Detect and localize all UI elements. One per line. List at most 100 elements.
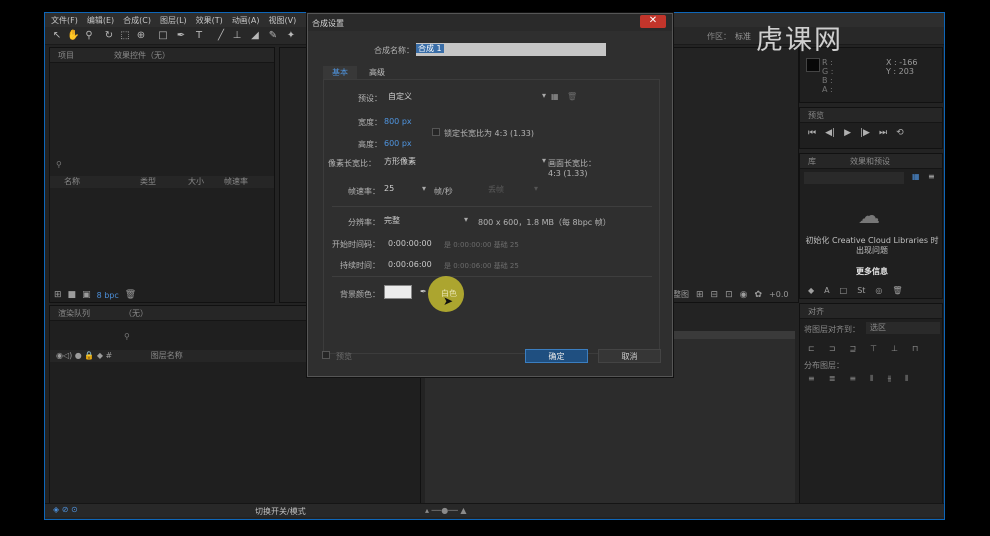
- play-icon[interactable]: ▶: [844, 128, 851, 138]
- toggle-switches-modes[interactable]: 切换开关/模式: [255, 506, 306, 517]
- save-preset-icon[interactable]: ▦: [551, 92, 559, 101]
- new-composition-icon[interactable]: ▣: [82, 290, 91, 300]
- align-vcenter-icon[interactable]: ⊥: [891, 344, 898, 353]
- list-view-icon[interactable]: ≡: [928, 172, 935, 181]
- eyedropper-icon[interactable]: ✒: [420, 287, 427, 296]
- resolution-dropdown[interactable]: 完整 ▾: [384, 215, 470, 227]
- status-icons[interactable]: ◈ ⊘ ⊙: [53, 505, 78, 514]
- col-fps[interactable]: 帧速率: [224, 176, 248, 188]
- menu-effect[interactable]: 效果(T): [196, 15, 223, 26]
- align-bottom-icon[interactable]: ⊓: [912, 344, 918, 353]
- next-frame-icon[interactable]: |▶: [860, 128, 870, 138]
- tab-basic[interactable]: 基本: [323, 66, 357, 80]
- interpret-footage-icon[interactable]: ⊞: [54, 290, 62, 300]
- drop-frame-dropdown[interactable]: 丢帧 ▾: [488, 184, 540, 196]
- menu-view[interactable]: 视图(V): [269, 15, 297, 26]
- zoom-slider[interactable]: ▴ ──●── ▲: [425, 506, 467, 515]
- align-title[interactable]: 对齐: [808, 306, 824, 317]
- align-top-icon[interactable]: ⊤: [870, 344, 877, 353]
- width-value[interactable]: 800 px: [384, 117, 412, 126]
- camera-icon[interactable]: ◉: [740, 290, 748, 300]
- exposure-value[interactable]: +0.0: [769, 290, 788, 299]
- col-size[interactable]: 大小: [188, 176, 204, 188]
- camera-tool-icon[interactable]: ⬚: [119, 30, 131, 42]
- tab-none[interactable]: （无）: [124, 308, 148, 319]
- region-icon[interactable]: ⊡: [725, 290, 733, 300]
- trash-icon[interactable]: 🗑: [892, 286, 902, 295]
- tab-effect-controls[interactable]: 效果控件（无）: [114, 50, 170, 61]
- duration-value[interactable]: 0:00:06:00: [388, 260, 432, 269]
- col-name[interactable]: 名称: [64, 176, 80, 188]
- puppet-tool-icon[interactable]: ✦: [285, 30, 297, 42]
- stock-icon[interactable]: St: [857, 286, 865, 295]
- timeline-search-icon[interactable]: ⚲: [124, 332, 130, 341]
- distribute-hcenter-icon[interactable]: ⫵: [887, 374, 891, 384]
- distribute-top-icon[interactable]: ≡: [808, 374, 815, 384]
- pen-tool-icon[interactable]: ✒: [175, 30, 187, 42]
- menu-file[interactable]: 文件(F): [51, 15, 78, 26]
- lock-ratio-checkbox[interactable]: [432, 128, 440, 136]
- zoom-tool-icon[interactable]: ⚲: [83, 30, 95, 42]
- height-value[interactable]: 600 px: [384, 139, 412, 148]
- preview-title[interactable]: 预览: [808, 110, 824, 121]
- new-folder-icon[interactable]: ■: [68, 290, 77, 300]
- grid-view-icon[interactable]: ▦: [912, 172, 920, 181]
- menu-layer[interactable]: 图层(L): [160, 15, 187, 26]
- more-info-link[interactable]: 更多信息: [800, 266, 944, 277]
- preset-dropdown[interactable]: 自定义 ▾: [388, 91, 548, 103]
- color-icon[interactable]: ◆: [808, 286, 814, 295]
- align-to-dropdown[interactable]: 选区: [866, 322, 940, 334]
- preview-checkbox[interactable]: [322, 351, 330, 359]
- distribute-bottom-icon[interactable]: ≡: [849, 374, 856, 384]
- sync-icon[interactable]: ◎: [875, 286, 882, 295]
- grid-icon[interactable]: ⊞: [696, 290, 704, 300]
- search-icon[interactable]: ⚲: [56, 160, 62, 169]
- workspace-value[interactable]: 标准: [735, 31, 751, 42]
- rotate-tool-icon[interactable]: ↻: [103, 30, 115, 42]
- align-right-icon[interactable]: ⊒: [849, 344, 856, 353]
- align-hcenter-icon[interactable]: ⊐: [829, 344, 836, 353]
- start-timecode-value[interactable]: 0:00:00:00: [388, 239, 432, 248]
- pan-behind-tool-icon[interactable]: ⊕: [135, 30, 147, 42]
- tab-advanced[interactable]: 高级: [369, 67, 385, 78]
- bpc-label[interactable]: 8 bpc: [97, 291, 119, 300]
- close-button[interactable]: ✕: [640, 15, 666, 28]
- distribute-vcenter-icon[interactable]: ≣: [829, 374, 836, 384]
- last-frame-icon[interactable]: ⏭: [879, 128, 887, 138]
- text-style-icon[interactable]: A: [824, 286, 829, 295]
- bg-color-swatch[interactable]: [384, 285, 412, 299]
- channel-icon[interactable]: ✿: [755, 290, 763, 300]
- tab-library[interactable]: 库: [808, 156, 816, 167]
- brush-tool-icon[interactable]: ╱: [215, 30, 227, 42]
- distribute-right-icon[interactable]: ⫴: [905, 374, 908, 384]
- loop-icon[interactable]: ⟲: [896, 128, 904, 138]
- graphic-icon[interactable]: □: [840, 286, 848, 295]
- ok-button[interactable]: 确定: [525, 349, 588, 363]
- selection-tool-icon[interactable]: ↖: [51, 30, 63, 42]
- tab-render-queue[interactable]: 渲染队列: [58, 308, 90, 319]
- type-tool-icon[interactable]: T: [193, 30, 205, 42]
- library-dropdown[interactable]: [804, 172, 904, 184]
- delete-preset-icon[interactable]: 🗑: [567, 92, 577, 101]
- clone-stamp-tool-icon[interactable]: ⊥: [231, 30, 243, 42]
- par-dropdown[interactable]: 方形像素 ▾: [384, 156, 548, 168]
- distribute-left-icon[interactable]: ⫴: [870, 374, 873, 384]
- menu-edit[interactable]: 编辑(E): [87, 15, 114, 26]
- cancel-button[interactable]: 取消: [598, 349, 661, 363]
- hand-tool-icon[interactable]: ✋: [67, 30, 79, 42]
- comp-name-input[interactable]: 合成 1: [416, 43, 606, 56]
- mask-icon[interactable]: ⊟: [711, 290, 719, 300]
- col-type[interactable]: 类型: [140, 176, 156, 188]
- menu-composition[interactable]: 合成(C): [123, 15, 151, 26]
- fps-dropdown[interactable]: 25 ▾: [384, 184, 428, 196]
- menu-animation[interactable]: 动画(A): [232, 15, 260, 26]
- col-layer-name[interactable]: 图层名称: [151, 351, 183, 360]
- tab-project[interactable]: 项目: [58, 50, 74, 61]
- rectangle-tool-icon[interactable]: □: [157, 30, 169, 42]
- eraser-tool-icon[interactable]: ◢: [249, 30, 261, 42]
- first-frame-icon[interactable]: ⏮: [808, 128, 816, 138]
- prev-frame-icon[interactable]: ◀|: [825, 128, 835, 138]
- tab-effects-presets[interactable]: 效果和预设: [850, 156, 890, 167]
- roto-brush-tool-icon[interactable]: ✎: [267, 30, 279, 42]
- align-left-icon[interactable]: ⊏: [808, 344, 815, 353]
